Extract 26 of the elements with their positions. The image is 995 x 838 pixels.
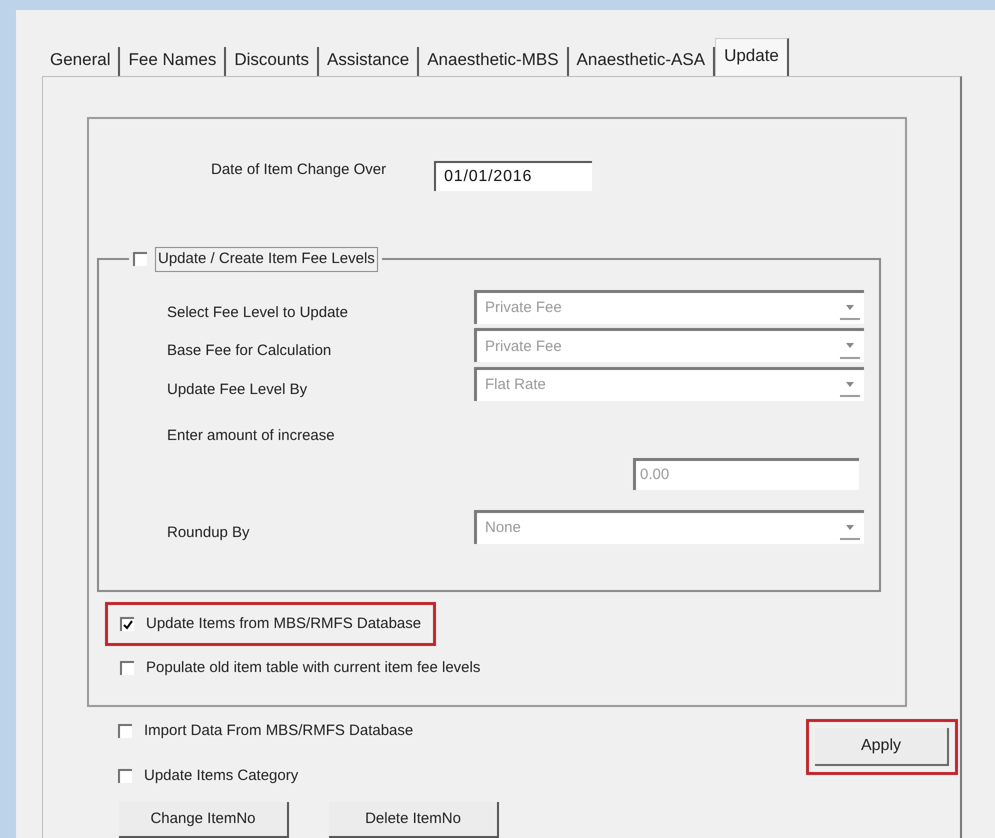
checkbox-label: Import Data From MBS/RMFS Database: [144, 721, 414, 741]
dropdown-value: Flat Rate: [485, 375, 546, 395]
checkbox[interactable]: [120, 616, 134, 631]
tab[interactable]: Update: [715, 38, 789, 76]
dropdown-value: None: [485, 518, 521, 538]
checkbox-label: Populate old item table with current item fee levels: [146, 658, 480, 678]
checkbox[interactable]: [118, 768, 132, 783]
date-field[interactable]: 01/01/2016: [434, 161, 592, 191]
field-label: Base Fee for Calculation: [167, 341, 332, 361]
checkbox[interactable]: [118, 724, 132, 738]
checkbox-label: Update Items from MBS/RMFS Database: [146, 614, 422, 634]
checkbox[interactable]: [133, 252, 147, 266]
field-label: Update Fee Level By: [167, 380, 308, 400]
checkmark-icon: [123, 620, 133, 630]
group-title: Update / Create Item Fee Levels: [155, 247, 378, 272]
field-label: Enter amount of increase: [167, 426, 336, 446]
button[interactable]: Change ItemNo: [119, 802, 289, 838]
checkbox[interactable]: [120, 661, 134, 676]
field-label: Select Fee Level to Update: [167, 302, 348, 322]
dropdown-value: Private Fee: [485, 336, 562, 356]
field-label: Roundup By: [167, 522, 250, 542]
button[interactable]: Delete ItemNo: [329, 802, 499, 838]
field-label: Date of Item Change Over: [211, 160, 386, 180]
dropdown-value: Private Fee: [485, 298, 562, 318]
apply-button[interactable]: Apply: [815, 728, 949, 766]
checkbox-label: Update Items Category: [144, 766, 298, 786]
